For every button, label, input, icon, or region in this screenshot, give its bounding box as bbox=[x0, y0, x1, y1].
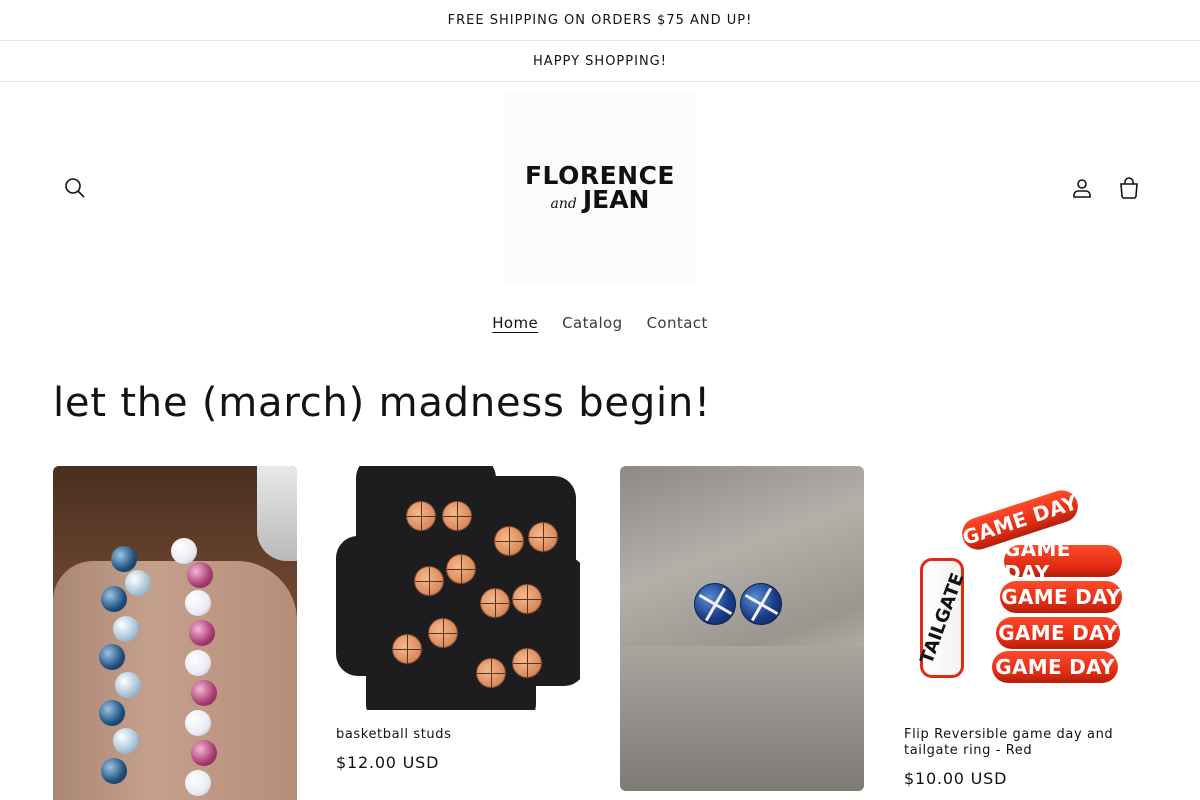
nav-link-contact[interactable]: Contact bbox=[635, 310, 720, 336]
product-image-game-day-ring[interactable]: TAILGATE GAME DAY GAME DAY GAME DAY GAME… bbox=[904, 466, 1148, 710]
product-title[interactable]: basketball studs bbox=[336, 727, 580, 743]
main-navigation: Home Catalog Contact bbox=[0, 310, 1200, 336]
product-title[interactable]: Flip Reversible game day and tailgate ri… bbox=[904, 727, 1148, 759]
product-image-glitter-basketball-earrings[interactable] bbox=[620, 466, 864, 791]
product-image-basketball-studs[interactable] bbox=[336, 466, 580, 710]
site-header: FLORENCE and JEAN bbox=[0, 82, 1200, 287]
announcement-text: HAPPY SHOPPING! bbox=[533, 53, 667, 69]
nav-link-catalog[interactable]: Catalog bbox=[550, 310, 634, 336]
account-icon bbox=[1073, 179, 1091, 198]
ring-side-label: TAILGATE bbox=[916, 558, 968, 678]
ring-label: GAME DAY bbox=[992, 651, 1118, 683]
logo-line-2: JEAN bbox=[582, 185, 650, 214]
product-price: $12.00 USD bbox=[336, 753, 440, 772]
product-card[interactable] bbox=[620, 466, 864, 791]
ring-label: GAME DAY bbox=[996, 617, 1120, 649]
account-button[interactable] bbox=[1062, 168, 1102, 208]
ring-label: GAME DAY bbox=[1000, 581, 1122, 613]
product-card[interactable] bbox=[53, 466, 297, 800]
search-icon bbox=[65, 178, 85, 198]
search-button[interactable] bbox=[55, 168, 95, 208]
announcement-bar-happy: HAPPY SHOPPING! bbox=[0, 41, 1200, 82]
cart-button[interactable] bbox=[1109, 168, 1149, 208]
collection-title: let the (march) madness begin! bbox=[53, 380, 711, 426]
product-image-bracelets[interactable] bbox=[53, 466, 297, 800]
ring-label: GAME DAY bbox=[1004, 537, 1122, 585]
product-price: $10.00 USD bbox=[904, 769, 1008, 788]
product-card[interactable]: TAILGATE GAME DAY GAME DAY GAME DAY GAME… bbox=[904, 466, 1148, 788]
announcement-text: FREE SHIPPING ON ORDERS $75 AND UP! bbox=[447, 12, 753, 28]
announcement-bar-shipping: FREE SHIPPING ON ORDERS $75 AND UP! bbox=[0, 0, 1200, 41]
site-logo[interactable]: FLORENCE and JEAN bbox=[504, 92, 696, 284]
product-card[interactable]: basketball studs $12.00 USD bbox=[336, 466, 580, 772]
product-grid: basketball studs $12.00 USD TAILGATE GAM… bbox=[53, 466, 1148, 800]
logo-and: and bbox=[550, 196, 577, 212]
nav-link-home[interactable]: Home bbox=[480, 310, 550, 336]
cart-icon bbox=[1120, 177, 1138, 199]
